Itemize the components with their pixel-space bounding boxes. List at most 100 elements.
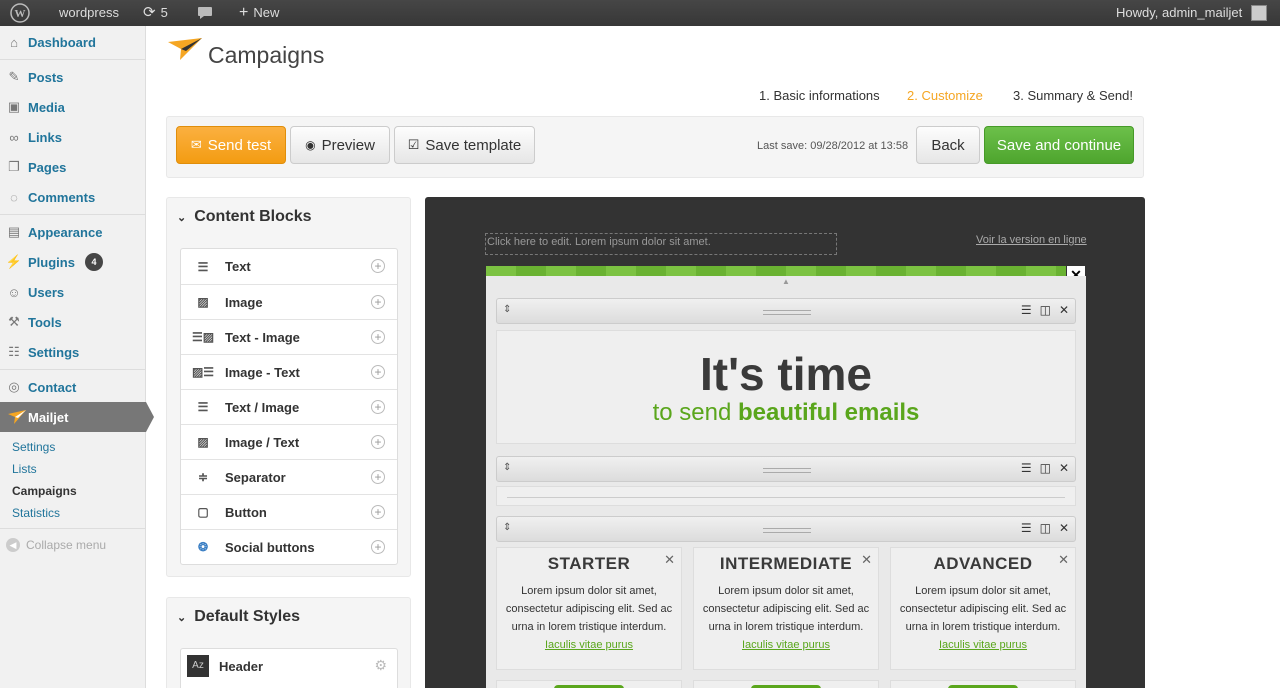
default-styles-header[interactable]: ⌄ Default Styles [177,608,300,626]
menu-comments[interactable]: ◌ Comments [0,182,146,212]
block-text-over-image[interactable]: ☰ Text / Image + [181,389,397,424]
save-template-button[interactable]: ☑ Save template [394,126,535,164]
menu-posts[interactable]: ✎ Posts [0,62,146,92]
layout-columns-icon[interactable]: ◫ [1040,521,1051,535]
send-test-button[interactable]: ✉ Send test [176,126,286,164]
account-menu[interactable]: Howdy, admin_mailjet [1116,0,1268,26]
updates-link[interactable]: ⟳ 5 [143,0,168,26]
move-handle-icon[interactable]: ⇕ [503,522,511,533]
block-image-text[interactable]: ▨☰ Image - Text + [181,354,397,389]
step-customize[interactable]: 2. Customize [907,88,983,103]
hero-section[interactable]: It's time to send beautiful emails [496,330,1076,444]
close-icon[interactable]: ✕ [1059,521,1069,535]
content-blocks-list: ☰ Text + ▨ Image + ☰▨ Text - Image + ▨☰ Image -… [180,248,398,565]
submenu-lists[interactable]: Lists [12,462,37,476]
block-label: Image / Text [225,434,300,450]
pricing-column-intermediate[interactable]: ✕ INTERMEDIATE Lorem ipsum dolor sit ame… [693,547,879,670]
add-block-plus-icon[interactable]: + [371,470,385,484]
move-handle-icon[interactable]: ⇕ [503,462,511,473]
menu-contact[interactable]: ◎ Contact [0,372,146,402]
menu-plugins[interactable]: ⚡ Plugins 4 [0,247,146,277]
separator-section[interactable] [496,486,1076,506]
close-icon[interactable]: ✕ [664,552,675,568]
save-and-continue-button[interactable]: Save and continue [984,126,1134,164]
menu-label: Tools [28,314,62,330]
block-image[interactable]: ▨ Image + [181,284,397,319]
move-handle-icon[interactable]: ⇕ [503,304,511,315]
collapse-caret-icon[interactable]: ▲ [782,277,790,286]
gear-icon[interactable]: ⚙ [374,657,387,674]
close-icon[interactable]: ✕ [861,552,872,568]
chevron-down-icon: ⌄ [177,211,187,224]
drag-grip-icon[interactable] [763,468,811,473]
add-block-plus-icon[interactable]: + [371,435,385,449]
content-blocks-header[interactable]: ⌄ Content Blocks [177,208,312,226]
plugin-icon: ⚡ [5,254,23,269]
add-block-plus-icon[interactable]: + [371,365,385,379]
add-block-plus-icon[interactable]: + [371,259,385,273]
menu-pages[interactable]: ❐ Pages [0,152,146,182]
close-icon[interactable]: ✕ [1058,552,1069,568]
layout-rows-icon[interactable]: ☰ [1021,521,1032,535]
drag-grip-icon[interactable] [763,528,811,533]
block-image-over-text[interactable]: ▨ Image / Text + [181,424,397,459]
close-icon[interactable]: ✕ [1059,461,1069,475]
menu-label: Pages [28,159,67,175]
online-version-link[interactable]: Voir la version en ligne [976,234,1087,246]
column-link[interactable]: Iaculis vitae purus [545,639,633,651]
pricing-column-advanced[interactable]: ✕ ADVANCED Lorem ipsum dolor sit amet, c… [890,547,1076,670]
menu-tools[interactable]: ⚒ Tools [0,307,146,337]
menu-dashboard[interactable]: ⌂ Dashboard [0,27,146,57]
column-title: ADVANCED [933,554,1033,573]
collapse-label: Collapse menu [26,538,107,552]
next-row-card [890,680,1076,688]
preview-button[interactable]: ◉ Preview [290,126,390,164]
submenu-statistics[interactable]: Statistics [12,506,60,520]
close-icon[interactable]: ✕ [1059,303,1069,317]
column-title: STARTER [547,554,631,573]
site-name-link[interactable]: wordpress [59,0,119,26]
menu-settings[interactable]: ☷ Settings [0,337,146,367]
step-basic-informations[interactable]: 1. Basic informations [759,88,880,103]
style-header-row[interactable]: Az Header ⚙ [180,648,398,688]
pricing-column-starter[interactable]: ✕ STARTER Lorem ipsum dolor sit amet, co… [496,547,682,670]
block-text[interactable]: ☰ Text + [181,249,397,284]
add-block-plus-icon[interactable]: + [371,400,385,414]
add-block-plus-icon[interactable]: + [371,330,385,344]
add-block-plus-icon[interactable]: + [371,540,385,554]
svg-text:W: W [15,8,26,20]
add-block-plus-icon[interactable]: + [371,295,385,309]
users-icon: ☺ [7,284,21,300]
section-toolbar: ⇕ ☰ ◫ ✕ [496,298,1076,324]
menu-media[interactable]: ▣ Media [0,92,146,122]
submenu-settings[interactable]: Settings [12,440,55,454]
content-blocks-title: Content Blocks [194,208,312,225]
column-link[interactable]: Iaculis vitae purus [742,639,830,651]
back-button[interactable]: Back [916,126,980,164]
menu-label: Appearance [28,224,103,240]
block-text-image[interactable]: ☰▨ Text - Image + [181,319,397,354]
menu-appearance[interactable]: ▤ Appearance [0,217,146,247]
submenu-campaigns[interactable]: Campaigns [12,484,77,498]
block-separator[interactable]: ≑ Separator + [181,459,397,494]
block-button[interactable]: ▢ Button + [181,494,397,529]
layout-columns-icon[interactable]: ◫ [1040,461,1051,475]
wordpress-logo-icon[interactable]: W [10,0,30,26]
add-block-plus-icon[interactable]: + [371,505,385,519]
comments-bubble-icon[interactable] [197,0,213,26]
drag-grip-icon[interactable] [763,310,811,315]
menu-links[interactable]: ∞ Links [0,122,146,152]
collapse-menu-button[interactable]: ◀ Collapse menu [6,538,106,552]
block-social-buttons[interactable]: ❂ Social buttons + [181,529,397,564]
column-link[interactable]: Iaculis vitae purus [939,639,1027,651]
preheader-text-field[interactable]: Click here to edit. Lorem ipsum dolor si… [485,233,837,255]
layout-rows-icon[interactable]: ☰ [1021,303,1032,317]
menu-mailjet[interactable]: Mailjet [0,402,154,432]
eye-icon: ◉ [305,138,316,152]
layout-rows-icon[interactable]: ☰ [1021,461,1032,475]
step-summary-send[interactable]: 3. Summary & Send! [1013,88,1133,103]
section-actions: ☰ ◫ ✕ [1021,461,1069,475]
new-content-link[interactable]: + New [239,0,279,26]
layout-columns-icon[interactable]: ◫ [1040,303,1051,317]
menu-users[interactable]: ☺ Users [0,277,146,307]
